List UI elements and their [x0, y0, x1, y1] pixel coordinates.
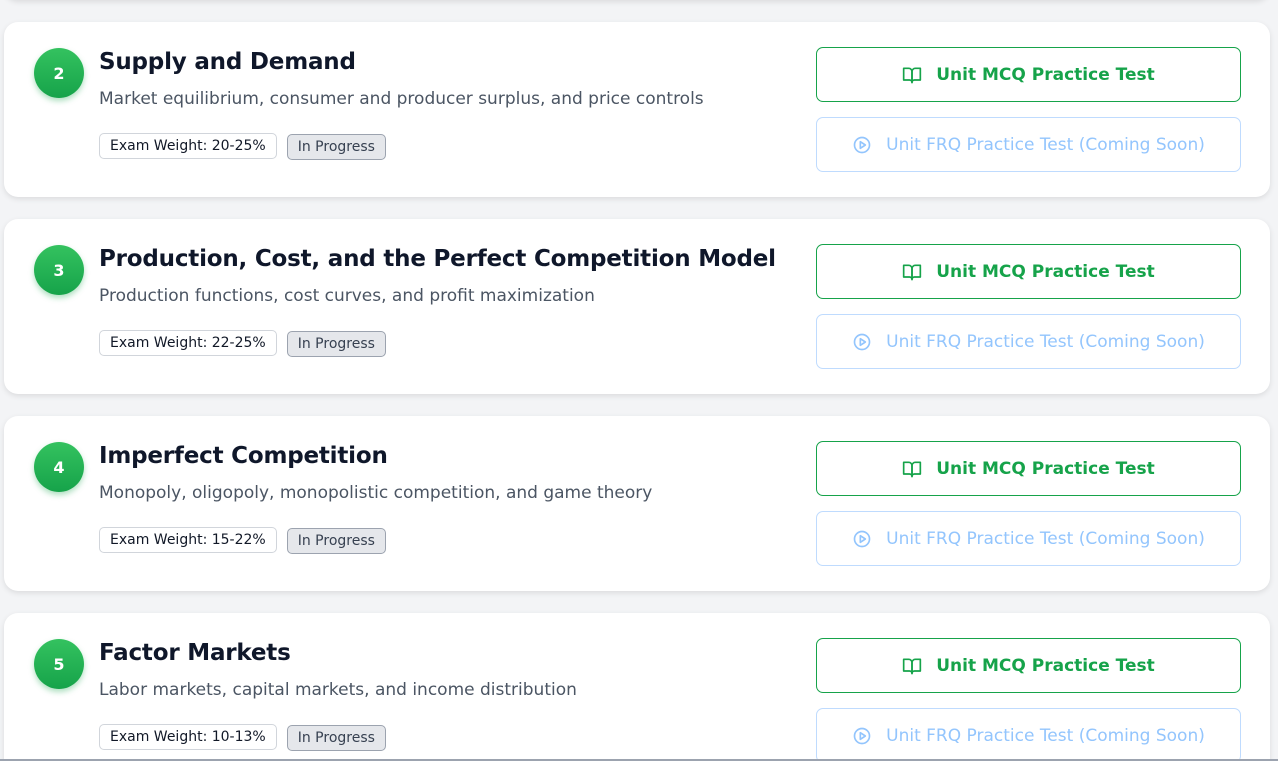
- book-open-icon: [902, 459, 922, 479]
- status-badge: In Progress: [286, 331, 386, 357]
- play-circle-icon: [852, 726, 872, 746]
- unit-tags: Exam Weight: 10-13% In Progress: [99, 724, 386, 751]
- frq-practice-test-button[interactable]: Unit FRQ Practice Test (Coming Soon): [816, 117, 1241, 172]
- play-circle-icon: [852, 135, 872, 155]
- unit-tags: Exam Weight: 15-22% In Progress: [99, 527, 386, 554]
- unit-card: 5 Factor Markets Labor markets, capital …: [4, 613, 1270, 761]
- mcq-practice-test-button[interactable]: Unit MCQ Practice Test: [816, 244, 1241, 299]
- unit-title: Supply and Demand: [99, 49, 356, 75]
- mcq-button-label: Unit MCQ Practice Test: [936, 655, 1155, 676]
- mcq-button-label: Unit MCQ Practice Test: [936, 261, 1155, 282]
- frq-button-label: Unit FRQ Practice Test (Coming Soon): [886, 134, 1205, 155]
- unit-tags: Exam Weight: 20-25% In Progress: [99, 133, 386, 160]
- book-open-icon: [902, 65, 922, 85]
- exam-weight-tag: Exam Weight: 10-13%: [99, 724, 277, 750]
- unit-list: 2 Supply and Demand Market equilibrium, …: [0, 0, 1278, 761]
- unit-card: 3 Production, Cost, and the Perfect Comp…: [4, 219, 1270, 394]
- exam-weight-tag: Exam Weight: 22-25%: [99, 330, 277, 356]
- book-open-icon: [902, 656, 922, 676]
- mcq-practice-test-button[interactable]: Unit MCQ Practice Test: [816, 47, 1241, 102]
- unit-number-badge: 4: [34, 442, 84, 492]
- frq-practice-test-button[interactable]: Unit FRQ Practice Test (Coming Soon): [816, 314, 1241, 369]
- frq-button-label: Unit FRQ Practice Test (Coming Soon): [886, 725, 1205, 746]
- status-badge: In Progress: [286, 528, 386, 554]
- mcq-practice-test-button[interactable]: Unit MCQ Practice Test: [816, 441, 1241, 496]
- unit-title: Production, Cost, and the Perfect Compet…: [99, 246, 776, 272]
- book-open-icon: [902, 262, 922, 282]
- exam-weight-tag: Exam Weight: 20-25%: [99, 133, 277, 159]
- mcq-button-label: Unit MCQ Practice Test: [936, 64, 1155, 85]
- play-circle-icon: [852, 332, 872, 352]
- unit-number-badge: 2: [34, 48, 84, 98]
- unit-title: Factor Markets: [99, 640, 291, 666]
- play-circle-icon: [852, 529, 872, 549]
- exam-weight-tag: Exam Weight: 15-22%: [99, 527, 277, 553]
- unit-description: Labor markets, capital markets, and inco…: [99, 680, 577, 700]
- unit-description: Production functions, cost curves, and p…: [99, 286, 595, 306]
- unit-description: Monopoly, oligopoly, monopolistic compet…: [99, 483, 653, 503]
- unit-number-badge: 5: [34, 639, 84, 689]
- unit-title: Imperfect Competition: [99, 443, 388, 469]
- status-badge: In Progress: [286, 134, 386, 160]
- unit-number-badge: 3: [34, 245, 84, 295]
- status-badge: In Progress: [286, 725, 386, 751]
- frq-practice-test-button[interactable]: Unit FRQ Practice Test (Coming Soon): [816, 708, 1241, 761]
- unit-description: Market equilibrium, consumer and produce…: [99, 89, 704, 109]
- unit-card: 4 Imperfect Competition Monopoly, oligop…: [4, 416, 1270, 591]
- unit-tags: Exam Weight: 22-25% In Progress: [99, 330, 386, 357]
- unit-card: 2 Supply and Demand Market equilibrium, …: [4, 22, 1270, 197]
- frq-practice-test-button[interactable]: Unit FRQ Practice Test (Coming Soon): [816, 511, 1241, 566]
- mcq-button-label: Unit MCQ Practice Test: [936, 458, 1155, 479]
- mcq-practice-test-button[interactable]: Unit MCQ Practice Test: [816, 638, 1241, 693]
- frq-button-label: Unit FRQ Practice Test (Coming Soon): [886, 528, 1205, 549]
- frq-button-label: Unit FRQ Practice Test (Coming Soon): [886, 331, 1205, 352]
